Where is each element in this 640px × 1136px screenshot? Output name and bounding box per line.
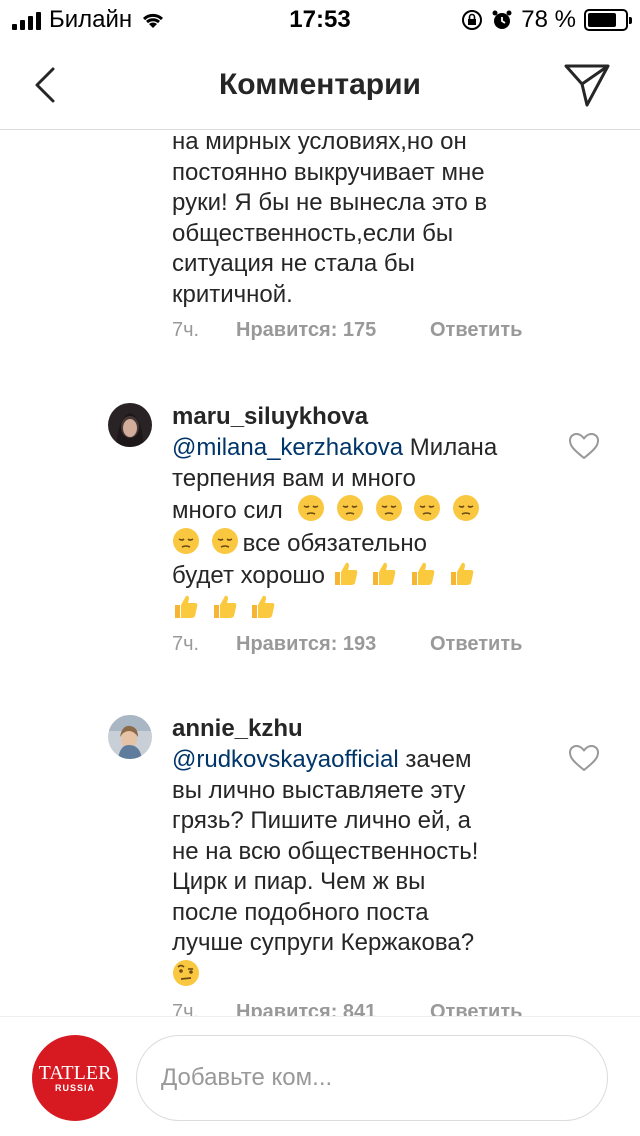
current-user-avatar: TATLER RUSSIA <box>32 1035 118 1121</box>
text-line: грязь? Пишите лично ей, а <box>172 807 472 834</box>
text-line: лучше супруги Кержакова? <box>172 929 475 956</box>
text-line: постоянно выкручивает мне <box>172 158 485 186</box>
comment-meta: 7ч. Нравится: 841 Ответить <box>172 1001 522 1016</box>
comment-item: maru_siluykhova @milana_kerzhakova Милан… <box>0 401 640 671</box>
avatar-image <box>108 715 152 759</box>
avatar-image <box>108 403 152 447</box>
text-line: не на всю общественность! <box>172 837 479 865</box>
comment-text: на мирных условиях,но он постоянно выкру… <box>172 131 542 310</box>
comment-text: @rudkovskayaofficial зачем вы лично выст… <box>172 745 542 991</box>
comment-username[interactable]: annie_kzhu <box>172 713 542 745</box>
pensive-face-emoji <box>453 495 480 521</box>
text-line: @milana_kerzhakova Милана <box>172 433 542 464</box>
text-line: на мирных условиях,но он <box>172 131 467 155</box>
text-fragment: Милана <box>403 434 498 461</box>
likes-count[interactable]: Нравится: 193 <box>236 633 430 656</box>
screen: Билайн 17:53 78 % Комментарии на мирных … <box>0 0 640 1136</box>
text-fragment: зачем <box>398 746 472 773</box>
wifi-icon <box>143 13 164 28</box>
signal-icon <box>12 10 41 30</box>
thumbs-up-emoji <box>252 595 275 618</box>
comments-list: на мирных условиях,но он постоянно выкру… <box>0 131 640 1016</box>
reply-button[interactable]: Ответить <box>430 633 522 656</box>
text-line <box>172 592 542 625</box>
comment-item: annie_kzhu @rudkovskayaofficial зачем вы… <box>0 713 640 1016</box>
text-line: терпения вам и много <box>172 464 416 492</box>
text-fragment: все обязательно <box>242 529 427 557</box>
text-fragment: будет хорошо <box>172 562 326 589</box>
comment-text: @milana_kerzhakova Милана терпения вам и… <box>172 433 542 624</box>
likes-count[interactable]: Нравится: 841 <box>236 1001 430 1016</box>
share-button[interactable] <box>560 58 614 112</box>
comment-item: на мирных условиях,но он постоянно выкру… <box>0 131 640 357</box>
comment-body: maru_siluykhova @milana_kerzhakova Милан… <box>172 401 542 624</box>
text-line: будет хорошо <box>172 559 542 592</box>
alarm-icon <box>492 10 512 29</box>
mention-link[interactable]: @milana_kerzhakova <box>172 434 403 461</box>
text-line: общественность,если бы <box>172 219 454 247</box>
reply-button[interactable]: Ответить <box>430 319 522 342</box>
text-line: критичной. <box>172 280 293 308</box>
mention-link[interactable]: @rudkovskayaofficial <box>172 746 399 773</box>
avatar[interactable] <box>108 403 152 447</box>
text-line: много сил <box>172 494 542 527</box>
thumbs-up-emoji <box>450 562 474 585</box>
status-bar: Билайн 17:53 78 % <box>0 0 640 40</box>
pensive-face-emoji <box>337 495 364 521</box>
comment-time: 7ч. <box>172 1001 200 1016</box>
rotation-lock-icon <box>462 10 483 30</box>
battery-percent: 78 % <box>521 6 576 33</box>
text-line: вы лично выставляете эту <box>172 776 466 804</box>
comment-username[interactable]: maru_siluykhova <box>172 401 542 433</box>
text-line: Цирк и пиар. Чем ж вы <box>172 868 426 895</box>
reply-button[interactable]: Ответить <box>430 1001 522 1016</box>
text-line: после подобного поста <box>172 898 429 926</box>
pensive-face-emoji <box>375 495 402 521</box>
pensive-face-emoji <box>211 527 238 554</box>
comment-time: 7ч. <box>172 319 200 341</box>
comment-meta: 7ч. Нравится: 193 Ответить <box>172 633 522 656</box>
thumbs-up-emoji <box>213 595 237 618</box>
text-line: ситуация не стала бы <box>172 250 415 277</box>
text-fragment: много сил <box>172 497 283 524</box>
page-title: Комментарии <box>218 67 422 101</box>
comment-input[interactable] <box>136 1035 608 1121</box>
comment-time: 7ч. <box>172 633 200 655</box>
pensive-face-emoji <box>298 495 325 521</box>
carrier-label: Билайн <box>49 6 133 33</box>
pensive-face-emoji <box>414 495 441 521</box>
text-line: @rudkovskayaofficial зачем <box>172 745 542 776</box>
battery-icon <box>584 9 632 31</box>
likes-count[interactable]: Нравится: 175 <box>236 319 430 342</box>
comment-meta: 7ч. Нравится: 175 Ответить <box>172 319 522 342</box>
nav-bar: Комментарии <box>0 40 640 130</box>
thumbs-up-emoji <box>175 595 198 618</box>
comment-body: на мирных условиях,но он постоянно выкру… <box>172 131 542 310</box>
avatar-sub-text: RUSSIA <box>54 1083 95 1093</box>
back-button[interactable] <box>20 60 70 110</box>
thumbs-up-emoji <box>412 562 435 585</box>
comment-composer: TATLER RUSSIA <box>0 1016 640 1136</box>
like-heart-icon[interactable] <box>568 431 600 461</box>
like-heart-icon[interactable] <box>568 743 600 773</box>
direct-send-icon <box>564 64 610 107</box>
chevron-left-icon <box>35 67 55 103</box>
raised-eyebrow-emoji <box>173 959 199 986</box>
battery-fill <box>588 13 617 27</box>
text-line <box>172 959 542 992</box>
thumbs-up-emoji <box>373 562 396 585</box>
thumbs-up-emoji <box>334 562 358 585</box>
status-right: 78 % <box>461 6 632 34</box>
text-line: руки! Я бы не вынесла это в <box>172 189 488 216</box>
text-line: все обязательно <box>172 527 542 560</box>
comment-body: annie_kzhu @rudkovskayaofficial зачем вы… <box>172 713 542 991</box>
status-left: Билайн <box>12 6 166 34</box>
avatar-brand-text: TATLER <box>38 1062 112 1084</box>
pensive-face-emoji <box>173 527 199 554</box>
avatar[interactable] <box>108 715 152 759</box>
